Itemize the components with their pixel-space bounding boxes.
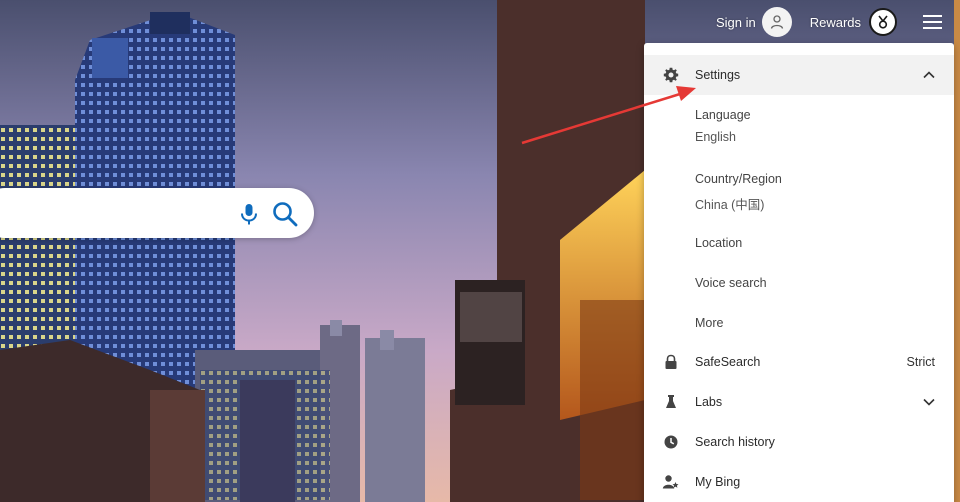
- person-icon: [770, 15, 783, 29]
- settings-label: Settings: [695, 68, 741, 82]
- rewards-link[interactable]: Rewards: [810, 15, 861, 30]
- rewards-badge[interactable]: [869, 8, 897, 36]
- chevron-up-icon[interactable]: [922, 68, 936, 82]
- search-input[interactable]: [8, 202, 208, 220]
- location-setting[interactable]: Location: [695, 236, 742, 250]
- search-history-item[interactable]: Search history: [644, 431, 954, 453]
- more-setting[interactable]: More: [695, 316, 723, 330]
- clock-icon: [662, 433, 680, 451]
- search-history-label: Search history: [695, 435, 775, 449]
- header-bar: Sign in Rewards: [716, 6, 960, 38]
- sign-in-link[interactable]: Sign in: [716, 15, 756, 30]
- settings-header[interactable]: Settings: [644, 55, 954, 95]
- avatar[interactable]: [761, 7, 792, 37]
- safesearch-item[interactable]: SafeSearch Strict: [644, 351, 954, 373]
- search-box: [0, 188, 314, 238]
- person-star-icon: [662, 473, 680, 491]
- settings-panel: Settings Language English Country/Region…: [644, 43, 954, 502]
- labs-item[interactable]: Labs: [644, 391, 954, 413]
- safesearch-value: Strict: [906, 355, 935, 369]
- search-icon[interactable]: [271, 200, 299, 228]
- gear-icon: [662, 66, 680, 84]
- country-region-label: Country/Region: [695, 172, 782, 186]
- medal-icon: [878, 15, 888, 29]
- flask-icon: [662, 393, 680, 411]
- hamburger-icon[interactable]: [915, 8, 949, 36]
- lock-icon: [662, 353, 680, 371]
- labs-label: Labs: [695, 395, 723, 409]
- voice-search-setting[interactable]: Voice search: [695, 276, 767, 290]
- my-bing-label: My Bing: [695, 475, 741, 489]
- country-region-setting[interactable]: Country/Region China (中国): [695, 172, 782, 213]
- my-bing-item[interactable]: My Bing: [644, 471, 954, 493]
- microphone-icon[interactable]: [236, 201, 262, 227]
- country-region-value: China (中国): [695, 198, 765, 212]
- language-label: Language: [695, 108, 751, 122]
- language-setting[interactable]: Language English: [695, 108, 751, 144]
- chevron-down-icon[interactable]: [922, 395, 936, 409]
- safesearch-label: SafeSearch: [695, 355, 761, 369]
- language-value: English: [695, 130, 736, 144]
